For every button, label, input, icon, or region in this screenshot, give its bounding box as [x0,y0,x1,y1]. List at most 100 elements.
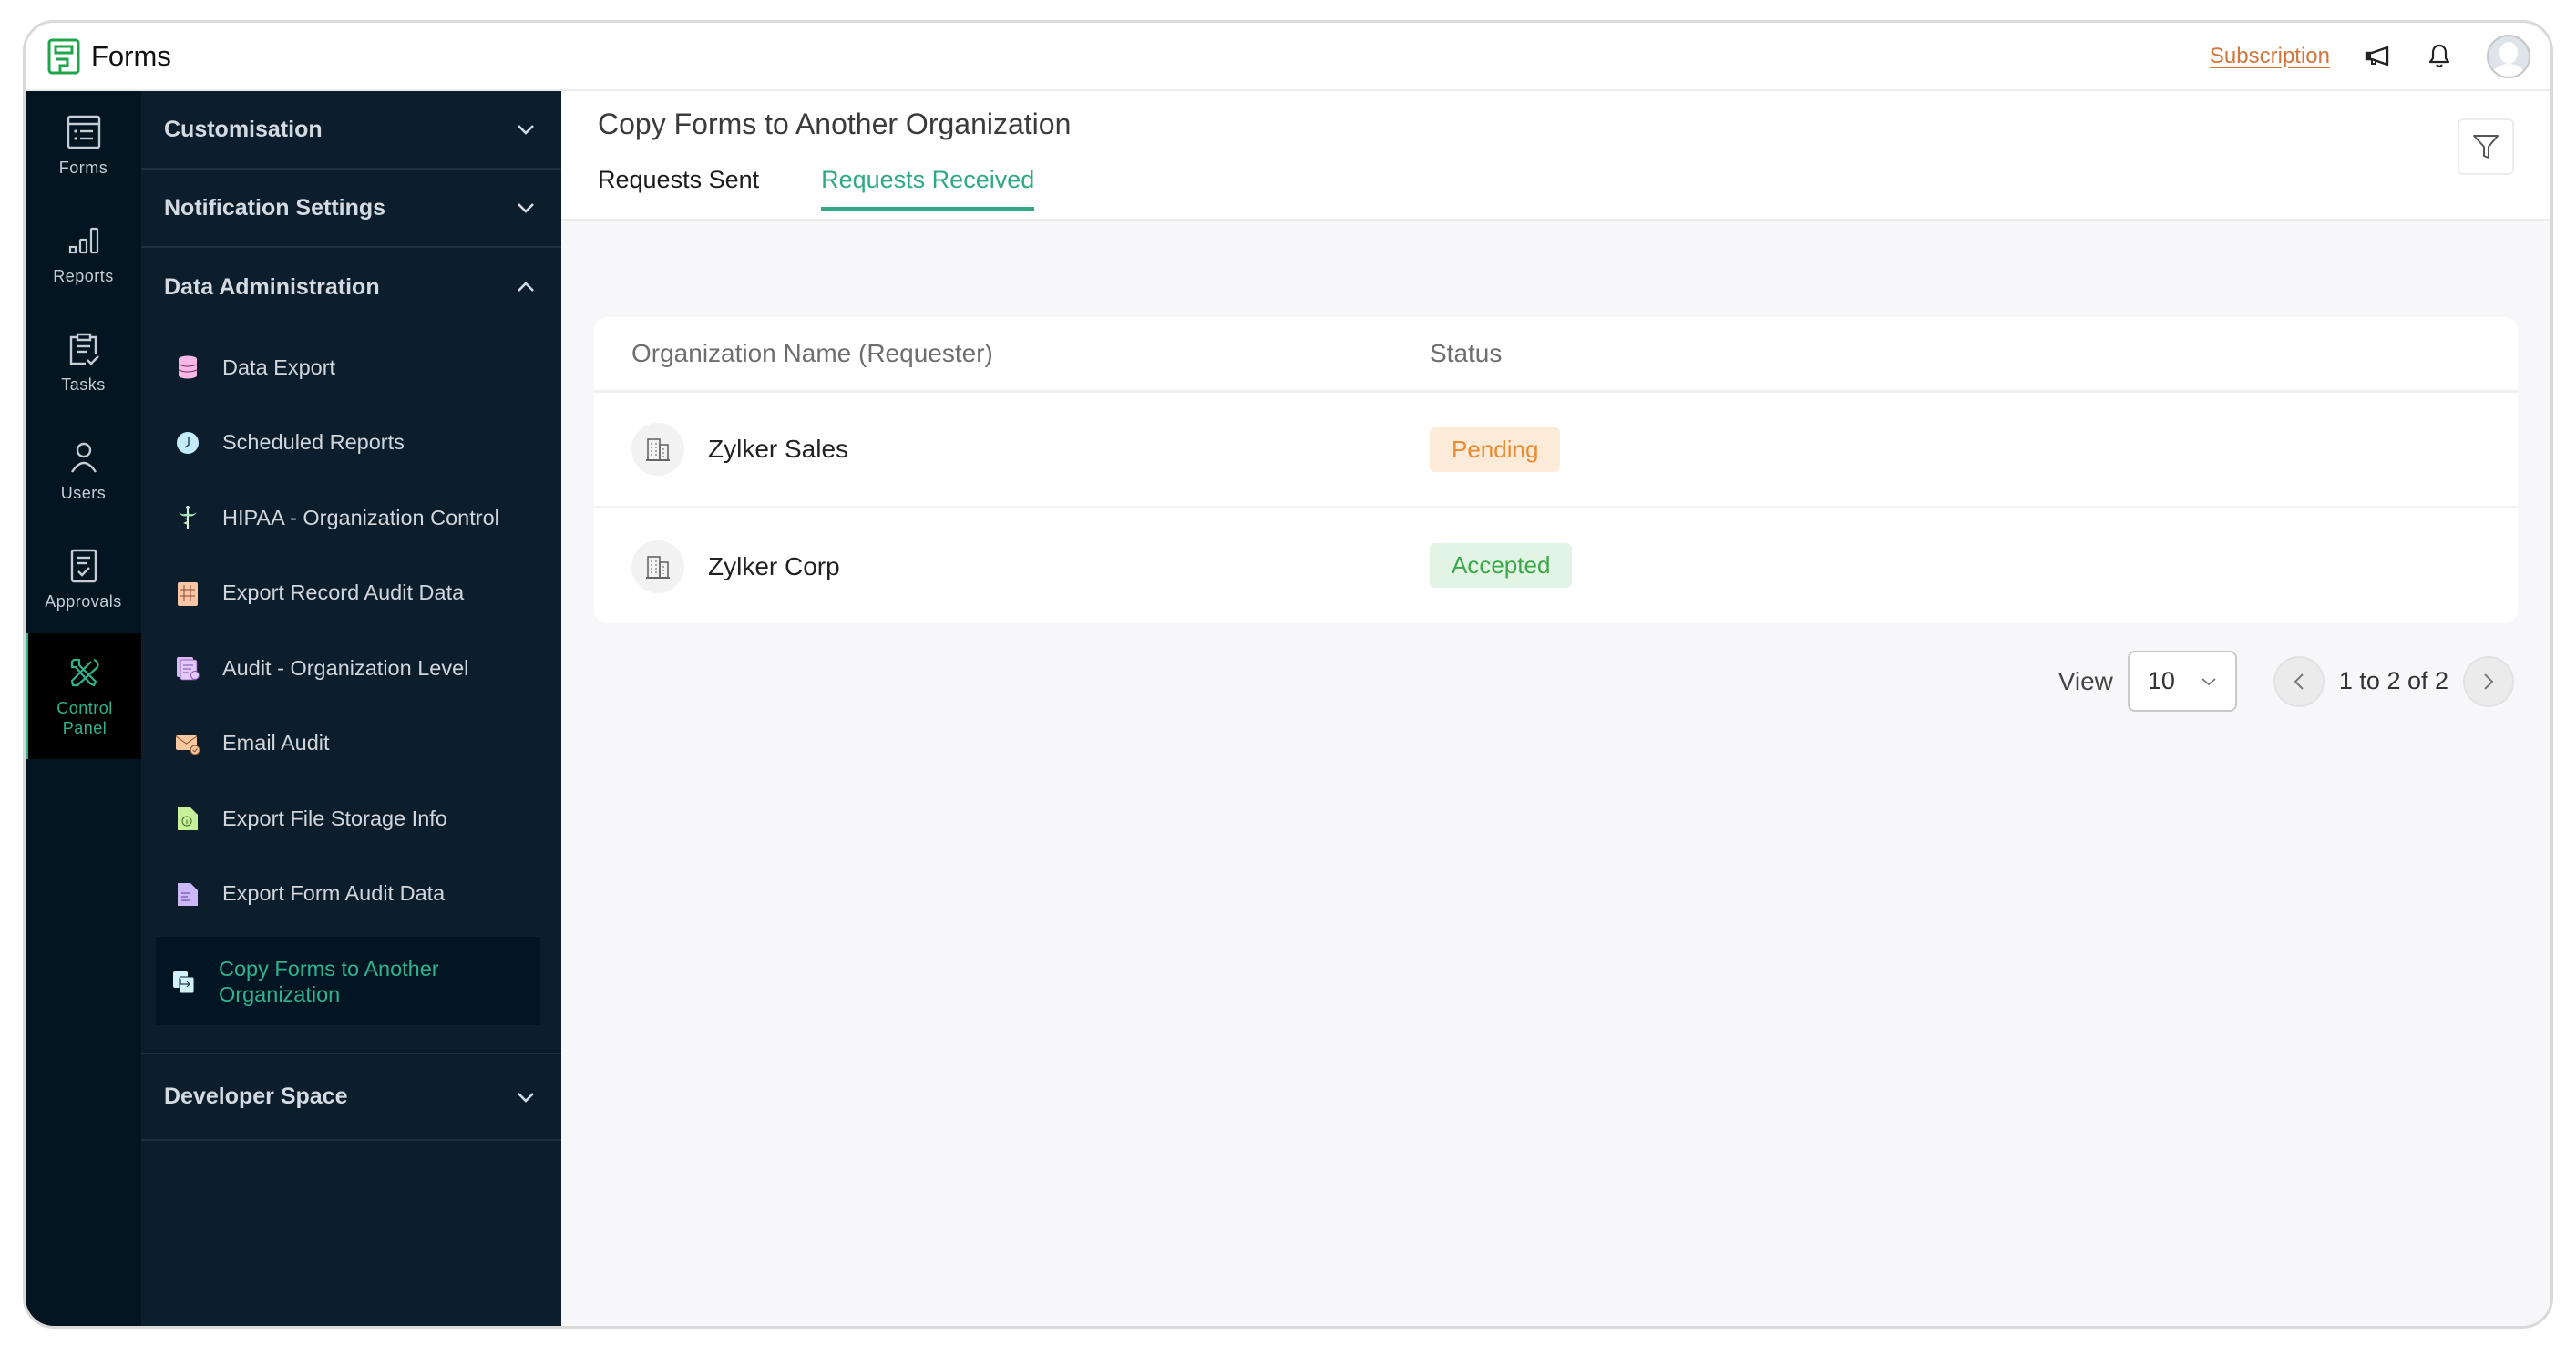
requests-table: Organization Name (Requester) Status Zyl… [594,317,2518,623]
status-badge: Pending [1430,427,1561,472]
rail-label: Reports [53,266,114,285]
section-label: Notification Settings [164,194,386,221]
notifications-button[interactable] [2425,42,2454,71]
rail-item-forms[interactable]: Forms [26,91,141,200]
caduceus-icon [179,506,197,530]
rail-item-users[interactable]: Users [26,416,141,525]
sidebar-item-label: HIPAA - Organization Control [222,505,499,529]
sidebar-item-export-record-audit[interactable]: Export Record Audit Data [141,556,561,632]
section-label: Developer Space [164,1084,348,1109]
main-content: Copy Forms to Another Organization Reque… [561,91,2550,1326]
sidebar-item-label: Copy Forms to Another Organization [219,956,439,1006]
organization-name: Zylker Sales [708,435,849,463]
grid-doc-icon [178,581,198,606]
rail-item-tasks[interactable]: Tasks [26,308,141,416]
section-developer-space[interactable]: Developer Space [141,1054,561,1141]
status-badge: Accepted [1430,543,1573,588]
filter-icon [2473,135,2499,159]
forms-logo-icon [47,38,80,74]
rail-item-approvals[interactable]: Approvals [26,525,141,633]
next-page-button[interactable] [2463,655,2514,707]
rail-label: Forms [58,158,108,177]
rail-label: Tasks [61,375,106,394]
chevron-down-icon [2201,677,2216,685]
chevron-up-icon [518,282,534,292]
page-title: Copy Forms to Another Organization [598,108,1072,140]
rail-item-control-panel[interactable]: Control Panel [26,633,141,759]
section-notification-settings[interactable]: Notification Settings [141,170,561,248]
organization-avatar [631,539,684,593]
app-name: Forms [91,39,171,72]
tab-requests-sent[interactable]: Requests Sent [598,166,759,211]
filter-button[interactable] [2458,118,2514,175]
sidebar-item-export-form-audit[interactable]: Export Form Audit Data [141,857,561,932]
column-header-organization: Organization Name (Requester) [631,339,993,367]
sidebar-item-data-export[interactable]: Data Export [141,330,561,406]
organization-cell: Zylker Corp [631,539,840,593]
previous-page-button[interactable] [2273,655,2325,707]
chevron-down-icon [518,1092,534,1103]
section-data-administration[interactable]: Data Administration [141,248,561,326]
settings-sidebar: Customisation Notification Settings Data… [141,91,561,1326]
page-size-value: 10 [2147,667,2175,694]
clock-icon [177,431,199,454]
section-label: Customisation [164,116,323,142]
brand[interactable]: Forms [47,38,171,75]
rail-label-line: Control [56,699,113,717]
bell-icon [2428,44,2450,67]
database-icon [178,355,198,379]
organization-name: Zylker Corp [708,551,840,580]
table-header: Organization Name (Requester) Status [594,317,2518,393]
rail-item-reports[interactable]: Reports [26,200,141,308]
sidebar-item-email-audit[interactable]: Email Audit [141,706,561,782]
organization-cell: Zylker Sales [631,423,848,476]
chevron-down-icon [518,125,534,135]
file-info-icon [178,807,198,831]
table-row[interactable]: Zylker Corp Accepted [594,508,2518,624]
pagination: View 10 1 to 2 of 2 [2058,651,2514,712]
copy-forms-icon [173,971,195,993]
primary-nav-rail: Forms Reports Tasks Users Approvals Cont… [26,91,141,1326]
rail-label: Control Panel [56,698,113,738]
sidebar-item-audit-org-level[interactable]: Audit - Organization Level [141,631,561,706]
sidebar-item-hipaa[interactable]: HIPAA - Organization Control [141,480,561,556]
page-header: Copy Forms to Another Organization Reque… [561,91,2550,221]
section-label: Data Administration [164,273,380,300]
tab-requests-received[interactable]: Requests Received [821,166,1035,211]
sidebar-item-scheduled-reports[interactable]: Scheduled Reports [141,406,561,481]
tools-icon [70,658,99,687]
section-customisation[interactable]: Customisation [141,91,561,170]
app-window: Forms Subscription Forms Reports Tasks U… [23,20,2553,1329]
tab-bar: Requests Sent Requests Received [598,166,1096,211]
sidebar-item-label: Scheduled Reports [222,430,405,455]
building-icon [646,555,670,579]
column-header-status: Status [1430,339,1503,367]
rail-label: Users [60,483,107,502]
chevron-right-icon [2484,673,2494,690]
subscription-link[interactable]: Subscription [2210,44,2330,69]
rail-label: Approvals [45,591,122,611]
page-size-select[interactable]: 10 [2127,651,2237,712]
megaphone-icon [2365,46,2389,66]
forms-list-icon [67,115,100,149]
announcement-button[interactable] [2363,42,2392,71]
approval-doc-icon [70,549,97,582]
user-avatar[interactable] [2487,34,2530,78]
page-range: 1 to 2 of 2 [2338,667,2448,694]
email-check-icon [175,734,200,755]
audit-docs-icon [177,657,200,681]
rail-label-line: Panel [62,719,108,737]
user-icon [70,442,97,473]
top-bar: Forms Subscription [26,23,2550,91]
view-label: View [2058,666,2113,695]
sidebar-item-export-file-storage[interactable]: Export File Storage Info [141,781,561,857]
sidebar-item-copy-forms[interactable]: Copy Forms to Another Organization [156,937,540,1025]
building-icon [646,438,670,461]
organization-avatar [631,423,684,476]
file-text-icon [178,882,198,906]
chevron-down-icon [518,203,534,213]
data-administration-list: Data Export Scheduled Reports HIPAA - Or… [141,326,561,1054]
bar-chart-icon [68,227,98,253]
table-row[interactable]: Zylker Sales Pending [594,393,2518,508]
sidebar-item-label: Audit - Organization Level [222,655,469,680]
